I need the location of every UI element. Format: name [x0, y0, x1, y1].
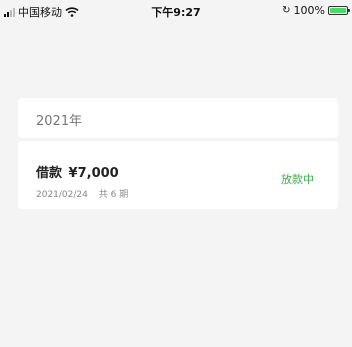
battery-icon — [328, 6, 350, 15]
loan-record-item[interactable]: 借款 ¥7,000 2021/02/24 共 6 期 放款中 — [18, 141, 338, 209]
loan-meta: 2021/02/24 共 6 期 — [36, 187, 128, 200]
year-label: 2021年 — [36, 114, 83, 129]
loan-status-badge: 放款中 — [281, 173, 314, 186]
status-right: ↻ 100% — [282, 4, 350, 17]
loan-date: 2021/02/24 — [36, 190, 88, 200]
orientation-lock-icon: ↻ — [282, 5, 291, 16]
loan-amount: ¥7,000 — [68, 166, 119, 181]
loan-title: 借款 ¥7,000 — [36, 162, 119, 181]
status-bar: 中国移动 下午9:27 ↻ 100% — [0, 0, 352, 22]
loan-type: 借款 — [36, 166, 63, 181]
loan-terms: 共 6 期 — [98, 190, 129, 200]
year-header-card: 2021年 — [18, 98, 338, 138]
battery-percent: 100% — [293, 4, 325, 17]
